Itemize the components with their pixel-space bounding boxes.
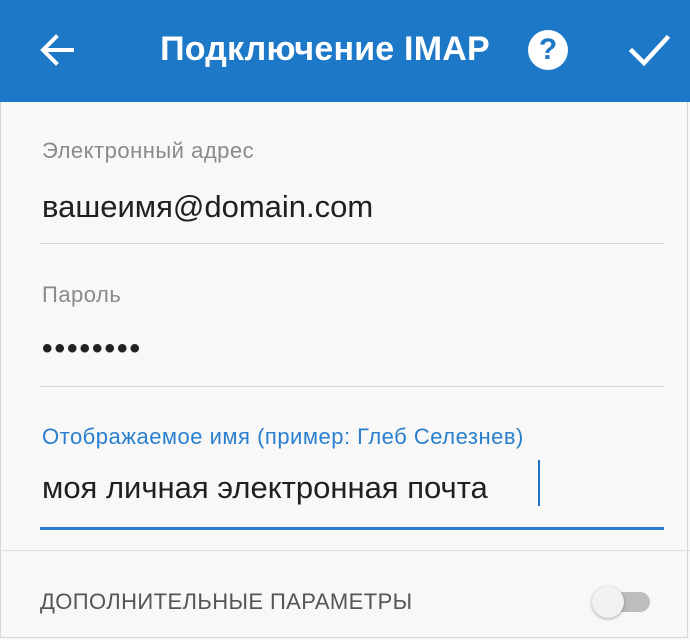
display-name-field[interactable]: моя личная электронная почта [42, 470, 488, 506]
email-underline [40, 243, 664, 244]
section-divider [0, 550, 690, 551]
advanced-settings-toggle[interactable] [592, 586, 652, 618]
help-button[interactable]: ? [528, 30, 568, 70]
display-name-label: Отображаемое имя (пример: Глеб Селезнев) [42, 424, 524, 449]
password-field[interactable]: •••••••• [42, 332, 142, 366]
email-field[interactable]: вашеимя@domain.com [42, 189, 373, 225]
app-bar: Подключение IMAP ? [0, 0, 690, 102]
advanced-settings-label: ДОПОЛНИТЕЛЬНЫЕ ПАРАМЕТРЫ [40, 589, 413, 614]
display-name-underline [40, 527, 664, 530]
toggle-thumb [592, 586, 624, 618]
page-title: Подключение IMAP [160, 30, 490, 68]
confirm-button[interactable] [627, 30, 671, 70]
email-label: Электронный адрес [42, 138, 255, 163]
password-underline [40, 386, 664, 387]
text-cursor [538, 460, 540, 506]
password-label: Пароль [42, 282, 122, 307]
checkmark-icon [628, 34, 671, 67]
